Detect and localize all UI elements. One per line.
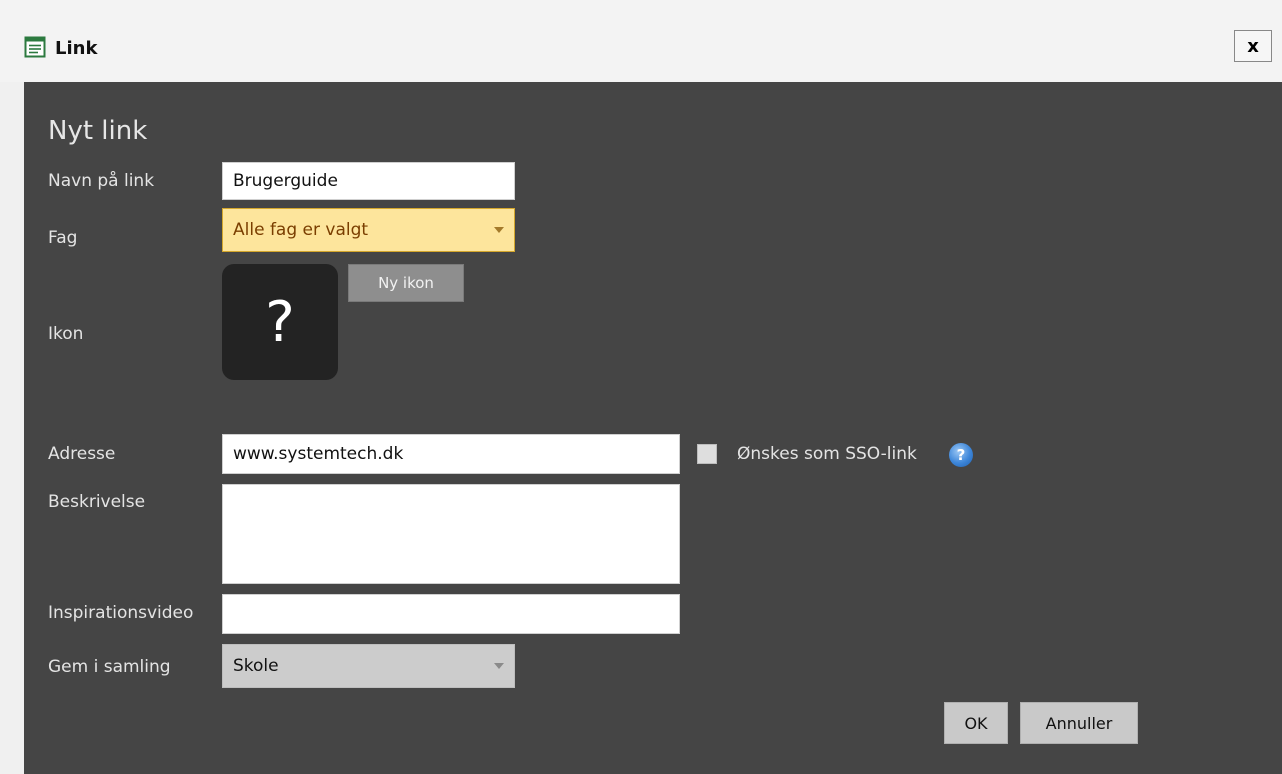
subject-label: Fag: [48, 228, 78, 248]
question-mark-icon: ?: [265, 289, 295, 355]
address-label: Adresse: [48, 444, 116, 464]
address-input[interactable]: [222, 434, 680, 474]
subject-dropdown[interactable]: Alle fag er valgt: [222, 208, 515, 252]
link-dialog: Link x Nyt link Navn på link Fag Alle fa…: [0, 0, 1282, 774]
video-input[interactable]: [222, 594, 680, 634]
link-icon-preview: ?: [222, 264, 338, 380]
description-textarea[interactable]: [222, 484, 680, 584]
description-label: Beskrivelse: [48, 492, 146, 512]
sso-label: Ønskes som SSO-link: [737, 444, 917, 464]
form-panel: Nyt link Navn på link Fag Alle fag er va…: [24, 82, 1282, 774]
collection-dropdown[interactable]: Skole: [222, 644, 515, 688]
chevron-down-icon: [494, 663, 504, 669]
name-input[interactable]: [222, 162, 515, 200]
help-icon[interactable]: ?: [949, 443, 973, 467]
ok-button[interactable]: OK: [944, 702, 1008, 744]
window-title: Link: [55, 38, 98, 59]
chevron-down-icon: [494, 227, 504, 233]
document-list-icon: [24, 36, 46, 58]
icon-label: Ikon: [48, 324, 84, 344]
name-label: Navn på link: [48, 171, 155, 191]
video-label: Inspirationsvideo: [48, 603, 194, 623]
title-bar: Link x: [0, 0, 1282, 82]
new-icon-button[interactable]: Ny ikon: [348, 264, 464, 302]
close-button[interactable]: x: [1234, 30, 1272, 62]
cancel-button[interactable]: Annuller: [1020, 702, 1138, 744]
sso-checkbox[interactable]: [697, 444, 717, 464]
subject-selected-value: Alle fag er valgt: [233, 220, 369, 240]
collection-label: Gem i samling: [48, 657, 171, 677]
form-heading: Nyt link: [48, 116, 148, 146]
collection-selected-value: Skole: [233, 656, 279, 676]
